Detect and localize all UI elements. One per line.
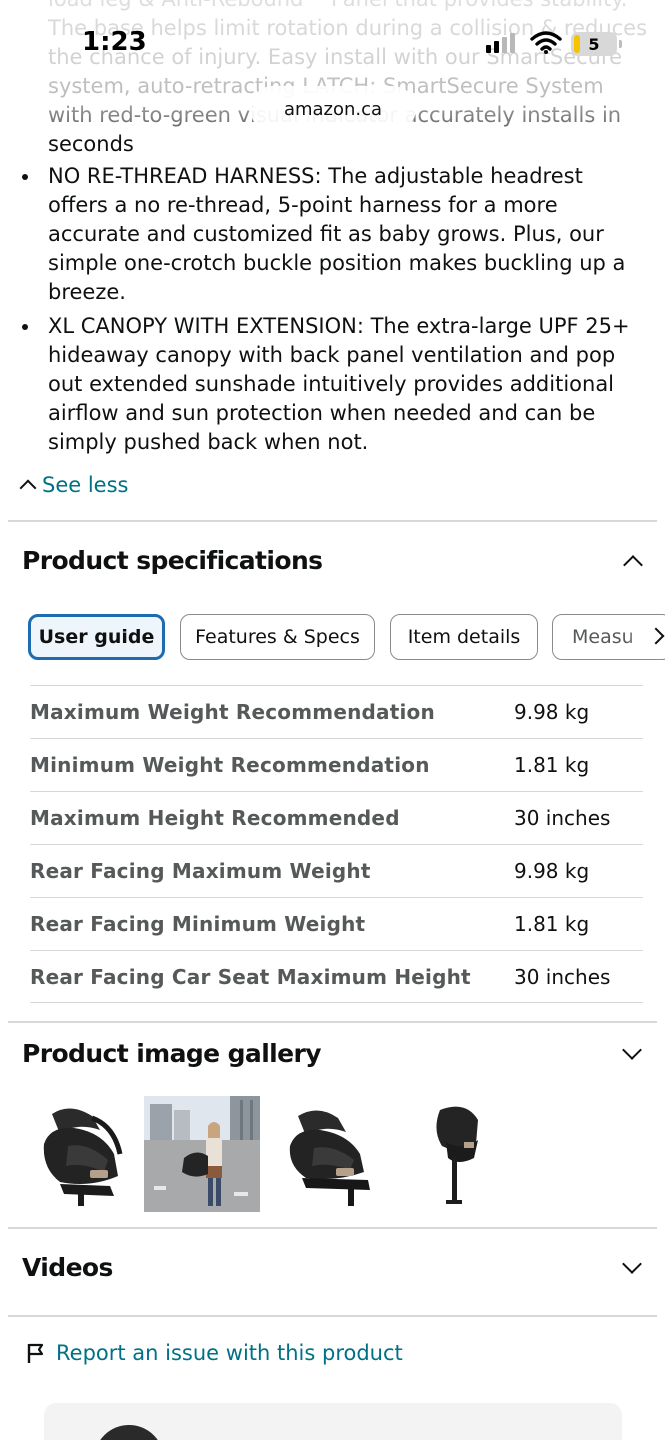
videos-title: Videos (22, 1253, 113, 1282)
tab-label: User guide (38, 626, 155, 648)
battery-level: 5 (588, 34, 600, 54)
gallery-toggle[interactable] (612, 1036, 652, 1072)
battery-fill (574, 35, 580, 53)
bullet-line: offers a no re-thread, 5-point harness f… (48, 193, 558, 217)
bullet-line: airflow and sun protection when needed a… (48, 401, 596, 425)
spec-label: Minimum Weight Recommendation (30, 753, 430, 777)
gallery-thumbnail[interactable] (30, 1096, 146, 1212)
specs-title: Product specifications (22, 546, 323, 575)
bullet-line: NO RE-THREAD HARNESS: The adjustable hea… (48, 164, 583, 188)
spec-label: Rear Facing Car Seat Maximum Height (30, 964, 471, 989)
bullet-line: breeze. (48, 280, 126, 304)
battery-icon: 5 (571, 32, 622, 56)
gallery-thumbnail[interactable] (406, 1096, 522, 1212)
divider (8, 1021, 657, 1023)
feature-bullet: NO RE-THREAD HARNESS: The adjustable hea… (22, 162, 652, 307)
spec-value: 1.81 kg (514, 912, 590, 936)
spec-table: Maximum Weight Recommendation 9.98 kg Mi… (30, 685, 643, 1003)
divider (8, 520, 657, 522)
spec-value: 30 inches (514, 806, 611, 830)
tab-label: Item details (407, 626, 521, 648)
gallery-title: Product image gallery (22, 1039, 322, 1068)
url-bar[interactable]: amazon.ca (250, 86, 416, 132)
spec-label: Rear Facing Minimum Weight (30, 912, 366, 936)
spec-label: Maximum Weight Recommendation (30, 700, 435, 724)
tab-item-details[interactable]: Item details (390, 614, 538, 660)
bullet-line: out extended sunshade intuitively provid… (48, 372, 615, 396)
car-seat-image (94, 1425, 164, 1440)
bullet-line: accurate and customized fit as baby grow… (48, 222, 604, 246)
bullet-dot (22, 324, 28, 330)
status-bar: 1:23 5 (0, 0, 665, 70)
gallery-thumbnail[interactable] (278, 1096, 394, 1212)
status-time: 1:23 (82, 27, 147, 57)
table-row: Minimum Weight Recommendation 1.81 kg (30, 738, 643, 791)
battery-cap (619, 40, 622, 48)
tab-user-guide[interactable]: User guide (28, 614, 165, 660)
bullet-line: simply pushed back when not. (48, 430, 369, 454)
product-card[interactable] (44, 1403, 622, 1440)
table-row: Maximum Weight Recommendation 9.98 kg (30, 685, 643, 738)
divider (8, 1315, 657, 1317)
see-less-label: See less (42, 473, 129, 497)
report-issue-link[interactable]: Report an issue with this product (26, 1341, 403, 1365)
car-seat-image (30, 1096, 146, 1212)
tab-measurements[interactable]: Measu (552, 614, 665, 660)
table-row: Maximum Height Recommended 30 inches (30, 791, 643, 844)
lifestyle-image (144, 1096, 260, 1212)
spec-value: 9.98 kg (514, 859, 590, 883)
spec-tabs: User guide Features & Specs Item details… (28, 614, 665, 662)
chevron-down-icon (622, 1254, 642, 1274)
table-row: Rear Facing Minimum Weight 1.81 kg (30, 897, 643, 950)
bullet-dot (22, 174, 28, 180)
car-seat-rear-image (406, 1096, 522, 1212)
chevron-up-icon (623, 555, 643, 575)
car-seat-base-image (278, 1096, 394, 1212)
gallery-thumbnail[interactable] (144, 1096, 260, 1212)
chevron-up-icon (19, 479, 37, 496)
flag-icon (27, 1343, 44, 1363)
spec-value: 1.81 kg (514, 753, 590, 777)
feature-bullet: XL CANOPY WITH EXTENSION: The extra-larg… (22, 312, 652, 457)
table-row: Rear Facing Car Seat Maximum Height 30 i… (30, 950, 643, 1003)
spec-value: 9.98 kg (514, 700, 590, 724)
spec-value: 30 inches (514, 964, 611, 989)
chevron-down-icon (622, 1040, 642, 1060)
bullet-line: XL CANOPY WITH EXTENSION: The extra-larg… (48, 314, 630, 338)
spec-label: Rear Facing Maximum Weight (30, 859, 371, 883)
tab-label: Features & Specs (195, 626, 360, 648)
table-row: Rear Facing Maximum Weight 9.98 kg (30, 844, 643, 897)
cellular-signal-icon (486, 33, 515, 53)
tab-features-specs[interactable]: Features & Specs (180, 614, 375, 660)
divider (8, 1227, 657, 1229)
wifi-icon (530, 31, 562, 54)
specs-toggle[interactable] (612, 544, 652, 580)
url-text: amazon.ca (283, 98, 383, 120)
see-less-link[interactable]: See less (19, 473, 129, 497)
spec-label: Maximum Height Recommended (30, 806, 400, 830)
report-label: Report an issue with this product (56, 1341, 403, 1365)
videos-toggle[interactable] (612, 1250, 652, 1286)
image-gallery (30, 1096, 640, 1214)
bullet-line: simple one-crotch buckle position makes … (48, 251, 626, 275)
partial-line-5: seconds (48, 132, 134, 156)
bullet-line: hideaway canopy with back panel ventilat… (48, 343, 616, 367)
